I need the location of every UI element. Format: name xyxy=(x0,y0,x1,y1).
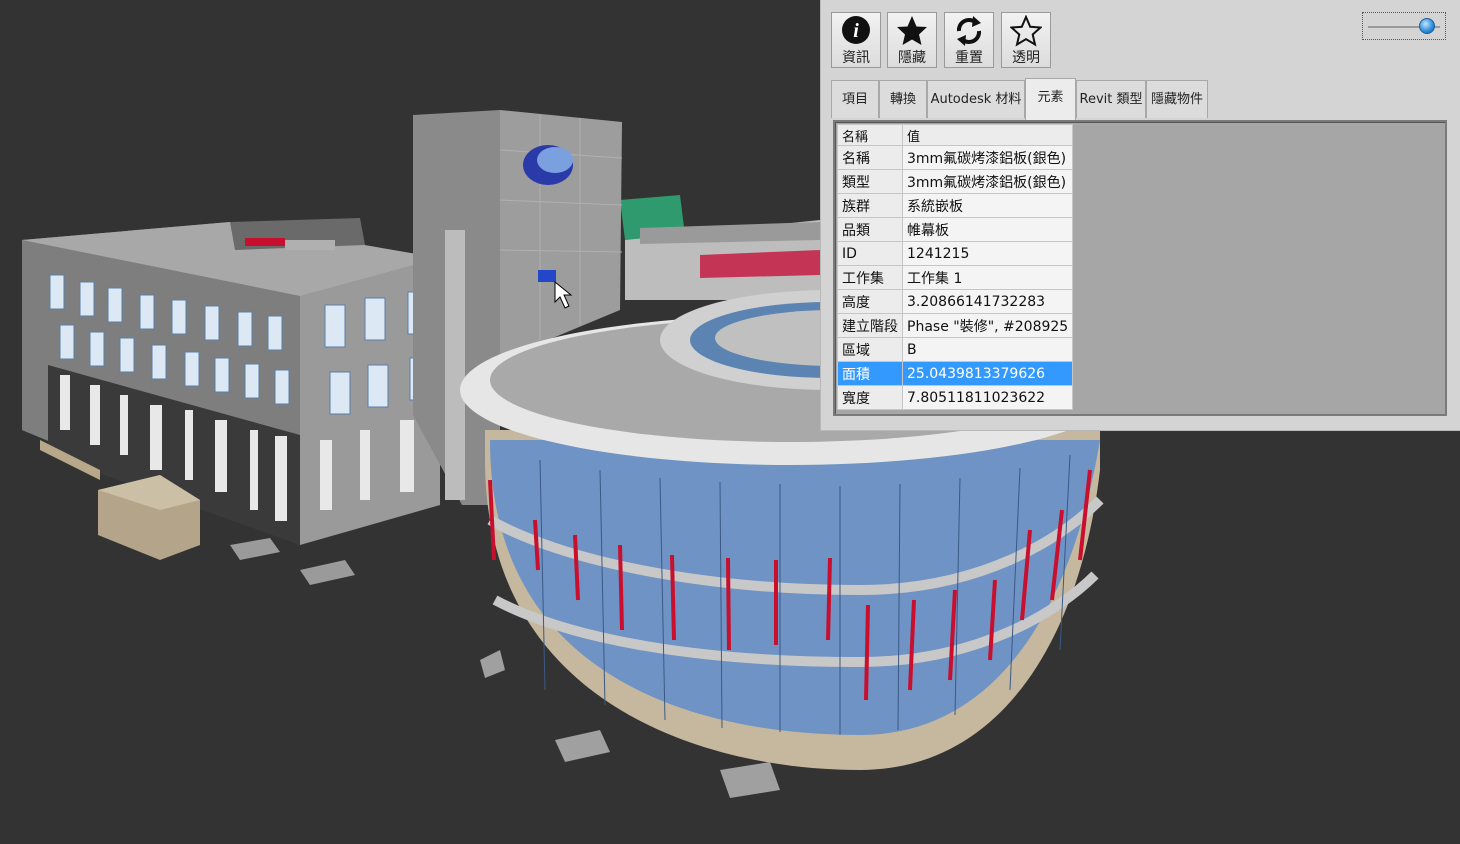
reset-arrows-icon xyxy=(945,15,993,47)
info-icon: i xyxy=(832,15,880,47)
property-key: 區域 xyxy=(837,337,903,362)
reset-button-label: 重置 xyxy=(955,50,983,66)
transparent-button-label: 透明 xyxy=(1012,50,1040,66)
tab-items[interactable]: 項目 xyxy=(831,80,879,118)
property-key: 高度 xyxy=(837,289,903,314)
property-key: ID xyxy=(837,241,903,266)
info-button[interactable]: i 資訊 xyxy=(831,12,881,68)
reset-button[interactable]: 重置 xyxy=(944,12,994,68)
property-value: 3.20866141732283 xyxy=(901,289,1074,314)
property-grid: 名稱 值 名稱 3mm氟碳烤漆鋁板(銀色) 類型 3mm氟碳烤漆鋁板(銀色) 族群 系統嵌… xyxy=(833,120,1447,416)
tab-autodesk-materials[interactable]: Autodesk 材料 xyxy=(927,80,1025,118)
property-value: 25.0439813379626 xyxy=(901,361,1074,386)
table-row[interactable]: 名稱 3mm氟碳烤漆鋁板(銀色) xyxy=(837,145,1074,170)
table-row[interactable]: 品類 帷幕板 xyxy=(837,217,1074,242)
tab-transform[interactable]: 轉換 xyxy=(879,80,927,118)
properties-panel: i 資訊 隱藏 重置 透明 項目 轉換 Autodesk 材料 元素 Revit… xyxy=(820,0,1460,431)
hide-button[interactable]: 隱藏 xyxy=(887,12,937,68)
table-row[interactable]: 區域 B xyxy=(837,337,1074,362)
info-button-label: 資訊 xyxy=(842,50,870,66)
property-value: 帷幕板 xyxy=(901,217,1074,242)
table-row[interactable]: 族群 系統嵌板 xyxy=(837,193,1074,218)
property-value: 工作集 1 xyxy=(901,265,1074,290)
star-filled-icon xyxy=(888,15,936,47)
star-outline-icon xyxy=(1002,15,1050,47)
tab-element[interactable]: 元素 xyxy=(1025,78,1076,120)
transparent-button[interactable]: 透明 xyxy=(1001,12,1051,68)
column-header-value[interactable]: 值 xyxy=(901,124,1074,146)
column-header-name[interactable]: 名稱 xyxy=(837,124,903,146)
svg-text:i: i xyxy=(853,20,859,42)
property-value: 系統嵌板 xyxy=(901,193,1074,218)
table-row[interactable]: 寬度 7.80511811023622 xyxy=(837,385,1074,410)
property-key: 工作集 xyxy=(837,265,903,290)
property-key: 族群 xyxy=(837,193,903,218)
table-row[interactable]: 類型 3mm氟碳烤漆鋁板(銀色) xyxy=(837,169,1074,194)
hide-button-label: 隱藏 xyxy=(898,50,926,66)
property-value: 3mm氟碳烤漆鋁板(銀色) xyxy=(901,169,1074,194)
slider-thumb[interactable] xyxy=(1419,18,1435,34)
table-row[interactable]: 工作集 工作集 1 xyxy=(837,265,1074,290)
table-row[interactable]: 高度 3.20866141732283 xyxy=(837,289,1074,314)
property-key: 類型 xyxy=(837,169,903,194)
property-value: Phase "裝修", #208925 xyxy=(901,313,1074,338)
table-row[interactable]: 建立階段 Phase "裝修", #208925 xyxy=(837,313,1074,338)
property-value: B xyxy=(901,337,1074,362)
property-value: 3mm氟碳烤漆鋁板(銀色) xyxy=(901,145,1074,170)
property-value: 1241215 xyxy=(901,241,1074,266)
table-row[interactable]: 面積 25.0439813379626 xyxy=(837,361,1074,386)
property-key: 寬度 xyxy=(837,385,903,410)
property-value: 7.80511811023622 xyxy=(901,385,1074,410)
opacity-slider[interactable] xyxy=(1362,12,1446,40)
property-key: 建立階段 xyxy=(837,313,903,338)
tab-hidden-objects[interactable]: 隱藏物件 xyxy=(1146,80,1208,118)
properties-table: 名稱 值 名稱 3mm氟碳烤漆鋁板(銀色) 類型 3mm氟碳烤漆鋁板(銀色) 族群 系統嵌… xyxy=(837,124,1074,410)
left-office-building xyxy=(22,218,440,585)
property-key: 品類 xyxy=(837,217,903,242)
property-key: 面積 xyxy=(837,361,903,386)
tab-revit-type[interactable]: Revit 類型 xyxy=(1076,80,1146,118)
property-key: 名稱 xyxy=(837,145,903,170)
table-header: 名稱 值 xyxy=(837,124,1074,146)
table-row[interactable]: ID 1241215 xyxy=(837,241,1074,266)
